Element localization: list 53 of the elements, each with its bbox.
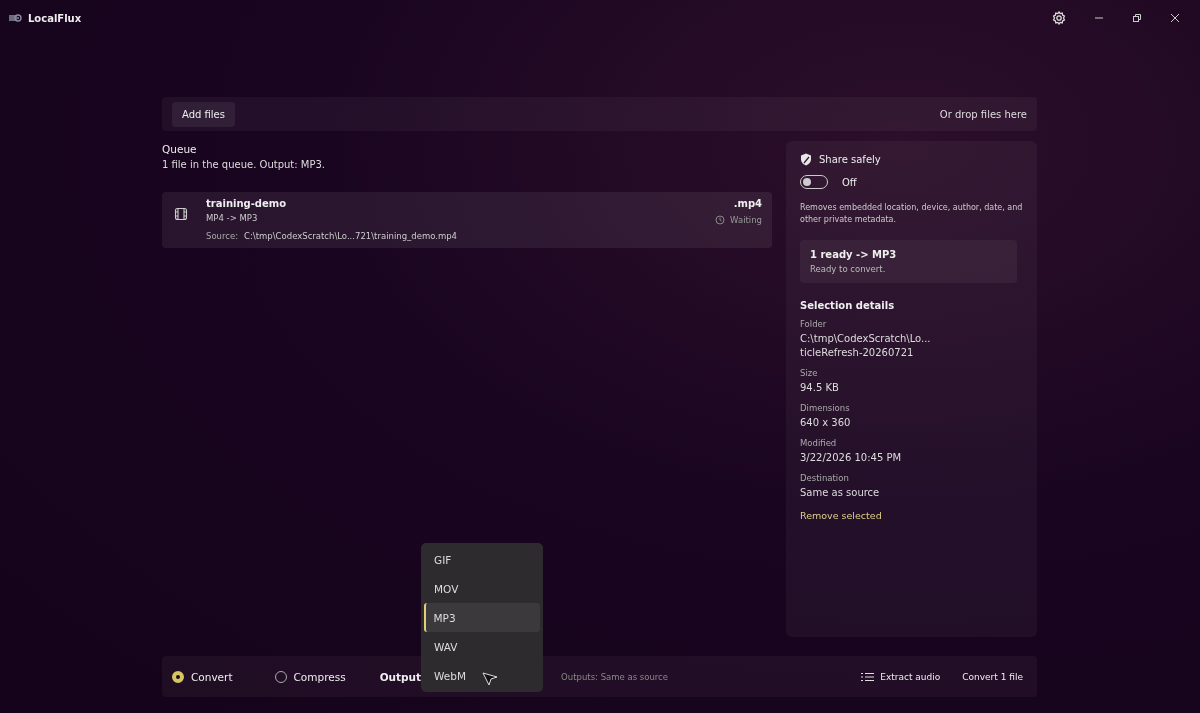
convert-button[interactable]: Convert 1 file — [962, 667, 1023, 686]
queue-heading: Queue — [162, 143, 198, 155]
detail-value: 3/22/2026 10:45 PM — [800, 450, 903, 465]
pointer-icon — [482, 671, 498, 687]
mode-radio[interactable]: Compress — [274, 670, 346, 683]
clock-icon — [715, 215, 726, 225]
mode-radio[interactable]: Convert — [172, 670, 233, 683]
format-option[interactable]: WAV — [424, 632, 540, 661]
add-files-button[interactable]: Add files — [172, 101, 235, 127]
source-label: Source: — [206, 231, 239, 241]
conversion-label: MP4 -> MP3 — [206, 213, 259, 223]
radio-button[interactable] — [172, 670, 184, 683]
ready-subtitle: Ready to convert. — [810, 263, 887, 274]
share-description: Removes embedded location, device, author, date, and other private metadata. — [800, 202, 1024, 227]
detail-label: Size — [800, 367, 819, 378]
outputs-hint: Outputs: Same as source — [561, 671, 668, 682]
drop-zone[interactable]: Add files Or drop files here — [162, 97, 1037, 131]
detail-label: Folder — [800, 318, 828, 329]
queue-item[interactable]: training-demo MP4 -> MP3 Source: C:\tmp\CodexScratch\Lo...721\training_demo.mp4 .mp4 Waiting — [162, 192, 772, 248]
output-label: Output — [379, 670, 422, 683]
remove-selected-link[interactable]: Remove selected — [800, 509, 1025, 521]
app-logo-icon — [8, 13, 22, 23]
details-heading: Selection details — [800, 299, 896, 311]
detail-label: Dimensions — [800, 402, 851, 413]
mode-label: Compress — [293, 670, 346, 683]
list-icon — [861, 671, 875, 682]
detail-value: C:\tmp\CodexScratch\Lo... ticleRefresh-20260721 — [800, 331, 932, 360]
detail-value: 640 x 360 — [800, 415, 852, 430]
detail-label: Destination — [800, 472, 850, 483]
format-option[interactable]: MP3 — [424, 603, 540, 632]
restore-icon[interactable] — [1132, 13, 1142, 23]
detail-value: Same as source — [800, 485, 881, 500]
app-title: LocalFlux — [28, 12, 82, 24]
mode-label: Convert — [191, 670, 233, 683]
close-icon[interactable] — [1170, 13, 1180, 23]
extract-audio-button[interactable]: Extract audio — [861, 667, 941, 686]
film-icon — [174, 207, 188, 221]
drop-hint: Or drop files here — [939, 108, 1027, 120]
ready-title: 1 ready -> MP3 — [810, 248, 898, 260]
source-path: C:\tmp\CodexScratch\Lo...721\training_demo.mp4 — [244, 231, 458, 241]
format-option[interactable]: GIF — [424, 545, 540, 574]
toggle-state-label: Off — [842, 176, 857, 188]
format-option[interactable]: MOV — [424, 574, 540, 603]
share-heading: Share safely — [819, 154, 881, 165]
settings-icon[interactable] — [1052, 11, 1066, 25]
shield-icon — [800, 153, 812, 166]
file-extension: .mp4 — [733, 198, 762, 209]
detail-value: 94.5 KB — [800, 380, 840, 395]
queue-summary: 1 file in the queue. Output: MP3. — [162, 159, 326, 170]
status-label: Waiting — [730, 215, 762, 225]
format-option[interactable]: WebM — [424, 661, 540, 690]
file-name: training-demo — [206, 198, 288, 209]
detail-label: Modified — [800, 437, 838, 448]
